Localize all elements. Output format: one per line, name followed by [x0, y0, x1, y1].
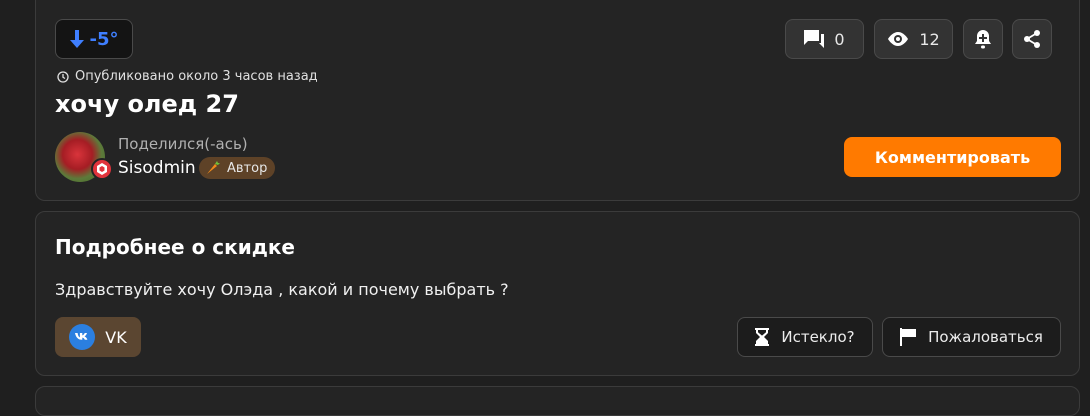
share-icon [1023, 29, 1041, 49]
shared-by-label: Поделился(-ась) [118, 135, 248, 153]
clock-icon [57, 70, 69, 83]
temperature-value: -5° [89, 28, 119, 50]
source-tag-vk[interactable]: VK [55, 317, 141, 357]
deal-title[interactable]: хочу олед 27 [55, 90, 239, 118]
subscribe-button[interactable] [963, 19, 1003, 59]
views-count: 12 [919, 29, 940, 49]
carrot-icon [205, 160, 221, 176]
deal-details-card: Подробнее о скидке Здравствуйте хочу Олэ… [35, 211, 1080, 376]
rank-icon [96, 163, 108, 175]
report-label: Пожаловаться [928, 328, 1043, 346]
published-text: Опубликовано около 3 часов назад [75, 69, 318, 84]
expired-button[interactable]: Истекло? [737, 317, 873, 357]
source-tag-label: VK [105, 327, 127, 347]
temperature-badge[interactable]: -5° [55, 19, 133, 59]
report-button[interactable]: Пожаловаться [882, 317, 1061, 357]
published-time: Опубликовано около 3 часов назад [57, 69, 318, 84]
eye-icon [887, 32, 909, 46]
views-count-button[interactable]: 12 [874, 19, 953, 59]
comment-icon [804, 30, 825, 48]
bell-plus-icon [974, 29, 992, 49]
next-card [35, 386, 1080, 416]
flag-icon [900, 328, 917, 346]
hourglass-icon [755, 328, 770, 346]
author-badge-label: Автор [227, 160, 268, 176]
user-level-badge [91, 158, 113, 180]
username-link[interactable]: Sisodmin [118, 158, 196, 178]
expired-label: Истекло? [781, 328, 855, 346]
author-badge: Автор [199, 157, 276, 179]
details-heading: Подробнее о скидке [55, 235, 295, 259]
share-button[interactable] [1012, 19, 1052, 59]
comment-button[interactable]: Комментировать [844, 137, 1061, 177]
deal-header-card: -5° 0 12 Опубликовано около 3 часов наза… [35, 0, 1080, 201]
comments-count: 0 [834, 29, 845, 49]
arrow-down-icon [69, 30, 84, 48]
vk-icon [69, 324, 96, 350]
deal-description: Здравствуйте хочу Олэда , какой и почему… [55, 280, 509, 299]
comments-count-button[interactable]: 0 [785, 19, 864, 59]
